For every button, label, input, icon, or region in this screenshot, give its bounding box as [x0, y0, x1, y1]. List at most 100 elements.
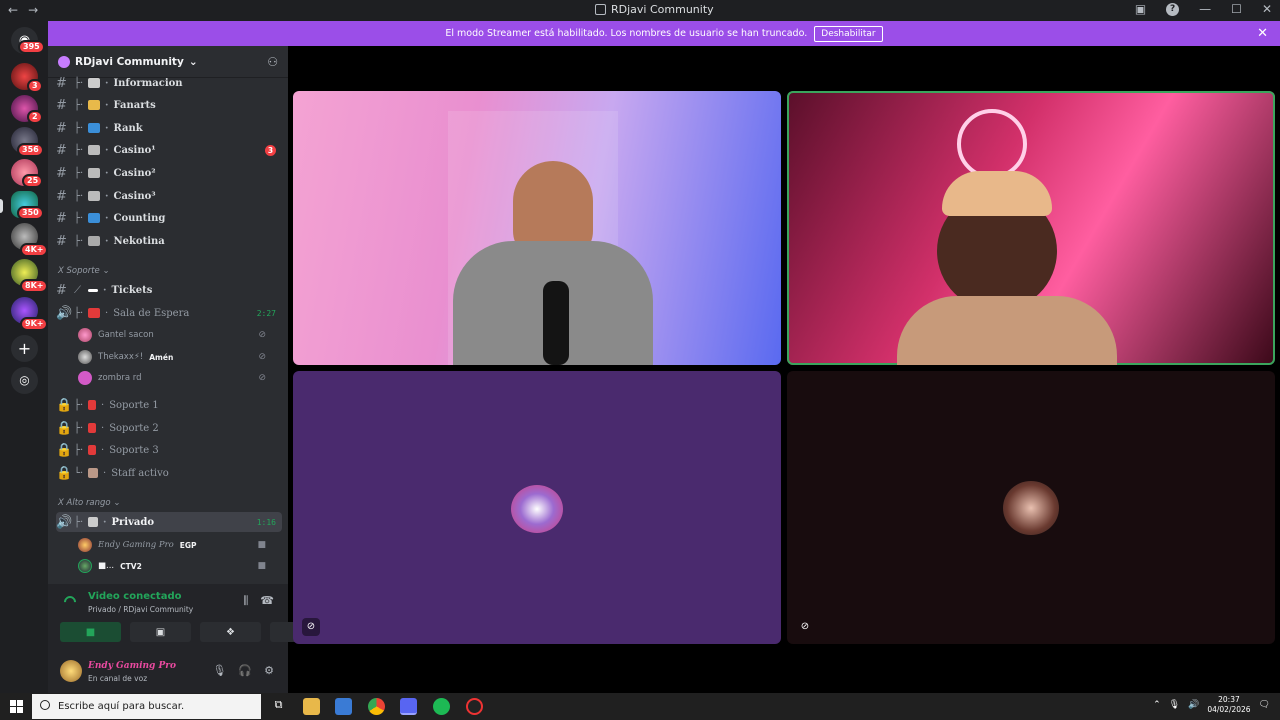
- activities-icon: ❖: [226, 626, 235, 638]
- channel-casino-2[interactable]: # ├· · Casino²: [56, 163, 282, 183]
- activities-button[interactable]: ❖: [200, 622, 261, 642]
- disconnect-icon[interactable]: ☎: [260, 594, 274, 608]
- hash-icon: #: [56, 142, 67, 158]
- forward-button[interactable]: →: [28, 3, 38, 17]
- hash-icon: #: [56, 282, 67, 298]
- voice-actions: ⫼ ☎: [243, 594, 274, 608]
- server-badge-5: 350: [17, 206, 44, 220]
- microsoft-store-icon[interactable]: [335, 698, 352, 715]
- video-tile-4-avatar[interactable]: ⊘: [787, 371, 1275, 644]
- camera-off-icon[interactable]: ⊘: [302, 618, 320, 636]
- camera-icon: ■: [257, 540, 266, 550]
- separator: ·: [105, 212, 109, 224]
- noise-suppression-icon[interactable]: ⫼: [243, 594, 248, 608]
- discord-icon[interactable]: [400, 698, 417, 715]
- video-tile-1[interactable]: [293, 91, 781, 365]
- channel-informacion[interactable]: # ├· · Informacion: [56, 73, 282, 93]
- avatar: [78, 559, 92, 573]
- member-tag: EGP: [179, 540, 197, 550]
- disable-streamer-button[interactable]: Deshabilitar: [814, 25, 883, 42]
- clock[interactable]: 20:37 04/02/2026: [1207, 695, 1250, 715]
- channel-emoji: [88, 191, 100, 201]
- screen-share-button[interactable]: ▣: [130, 622, 191, 642]
- video-tile-3-avatar[interactable]: ⊘: [293, 371, 781, 644]
- microphone-icon[interactable]: 🎙: [1169, 700, 1180, 710]
- back-button[interactable]: ←: [8, 3, 18, 17]
- tree-branch: ├·: [74, 212, 84, 224]
- camera-off-icon[interactable]: ⊘: [796, 618, 814, 636]
- tree-branch: ├·: [74, 122, 84, 134]
- task-view-icon[interactable]: ⧉: [270, 698, 287, 715]
- phone-emoji: [88, 423, 96, 433]
- lock-icon: 🔒: [56, 420, 73, 436]
- app-icon[interactable]: [466, 698, 483, 715]
- camera-button[interactable]: ■: [60, 622, 121, 642]
- voice-channel-soporte-1[interactable]: 🔒 ├· · Soporte 1: [56, 395, 282, 415]
- user-name[interactable]: Endy Gaming Pro: [88, 661, 176, 671]
- voice-channel-soporte-3[interactable]: 🔒 ├· · Soporte 3: [56, 440, 282, 460]
- video-tile-2-speaking[interactable]: [787, 91, 1275, 365]
- close-icon[interactable]: ✕: [1257, 26, 1268, 41]
- invite-people-icon[interactable]: ⚇: [267, 55, 278, 69]
- phone-emoji: [88, 400, 96, 410]
- gear-icon[interactable]: ⚙: [264, 664, 274, 677]
- channel-fanarts[interactable]: # ├· · Fanarts: [56, 95, 282, 115]
- user-controls: 🎙 🎧 ⚙: [212, 664, 274, 677]
- video-cap: [942, 171, 1052, 216]
- voice-member[interactable]: Endy Gaming Pro EGP ■: [78, 536, 278, 554]
- chevron-up-icon[interactable]: ⌃: [1153, 700, 1161, 710]
- voice-member[interactable]: ■... CTV2 ■: [78, 557, 278, 575]
- inbox-icon[interactable]: ▣: [1135, 2, 1146, 16]
- category-soporte[interactable]: X Soporte ⌄: [58, 266, 110, 276]
- channel-name: Counting: [113, 212, 166, 224]
- channel-name: Informacion: [113, 77, 183, 89]
- discover-compass-icon[interactable]: ◎: [11, 367, 38, 394]
- add-server-icon[interactable]: +: [11, 335, 38, 362]
- maximize-button[interactable]: ☐: [1231, 2, 1242, 16]
- voice-channel-privado[interactable]: 🔊 ├· · Privado 1:16: [56, 512, 282, 532]
- chrome-icon[interactable]: [368, 698, 385, 715]
- member-name: Gantel sacon: [98, 330, 154, 340]
- voice-channel-staff-activo[interactable]: 🔒 └· · Staff activo: [56, 463, 282, 483]
- chevron-down-icon: ⌄: [99, 266, 110, 276]
- channel-emoji: [88, 145, 100, 155]
- channel-name: Casino³: [113, 190, 156, 202]
- category-name: Soporte: [66, 266, 100, 276]
- time: 20:37: [1218, 695, 1240, 704]
- notifications-icon[interactable]: 🗨: [1259, 700, 1270, 710]
- channel-counting[interactable]: # ├· · Counting: [56, 208, 282, 228]
- voice-member[interactable]: Gantel sacon ⊘: [78, 326, 278, 344]
- channel-nekotina[interactable]: # ├· · Nekotina: [56, 231, 282, 251]
- channel-emoji: [88, 213, 100, 223]
- headphones-icon[interactable]: 🎧: [238, 664, 252, 677]
- minimize-button[interactable]: —: [1199, 2, 1211, 16]
- separator: ·: [103, 516, 107, 528]
- channel-casino-1[interactable]: # ├· · Casino¹ 3: [56, 140, 282, 160]
- signal-icon[interactable]: [61, 593, 79, 611]
- volume-icon[interactable]: 🔊: [1188, 700, 1199, 710]
- voice-member[interactable]: Thekaxx⚡! Amén ⊘: [78, 348, 278, 366]
- channel-casino-3[interactable]: # ├· · Casino³: [56, 186, 282, 206]
- close-button[interactable]: ✕: [1262, 2, 1272, 16]
- spotify-icon[interactable]: [433, 698, 450, 715]
- microphone-icon[interactable]: 🎙: [212, 664, 226, 677]
- voice-channel-sala-espera[interactable]: 🔊 ├· · Sala de Espera 2:27: [56, 303, 282, 323]
- tree-branch: ├·: [74, 399, 84, 411]
- voice-channel-link[interactable]: Privado / RDjavi Community: [88, 605, 193, 614]
- file-explorer-icon[interactable]: [303, 698, 320, 715]
- voice-channel-soporte-2[interactable]: 🔒 ├· · Soporte 2: [56, 418, 282, 438]
- tree-branch: ├·: [74, 190, 84, 202]
- voice-status[interactable]: Video conectado: [88, 591, 181, 602]
- taskbar-search[interactable]: Escribe aquí para buscar.: [32, 694, 261, 719]
- channel-rank[interactable]: # ├· · Rank: [56, 118, 282, 138]
- separator: ·: [105, 307, 109, 319]
- help-icon[interactable]: ?: [1166, 2, 1180, 16]
- channel-tickets[interactable]: # ⟋ · Tickets: [56, 280, 282, 300]
- windows-start-icon[interactable]: [10, 700, 23, 713]
- user-avatar[interactable]: [60, 660, 82, 682]
- category-alto-rango[interactable]: X Alto rango ⌄: [58, 498, 120, 508]
- hash-icon: #: [56, 165, 67, 181]
- voice-member[interactable]: zombra rd ⊘: [78, 369, 278, 387]
- voice-timer: 1:16: [256, 517, 276, 527]
- channel-emoji: [88, 308, 100, 318]
